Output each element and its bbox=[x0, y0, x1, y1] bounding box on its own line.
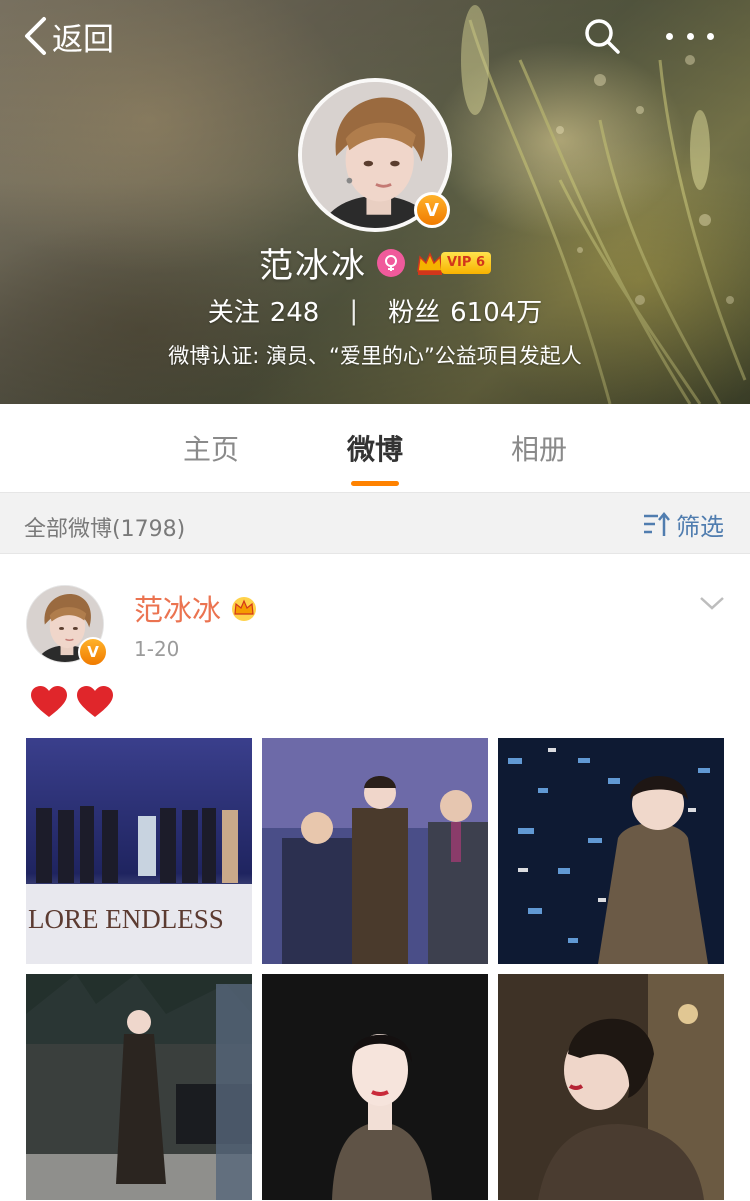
chevron-left-icon bbox=[25, 17, 46, 55]
more-dot bbox=[666, 32, 673, 40]
photo-confetti bbox=[498, 738, 724, 964]
post-time: 1-20 bbox=[134, 637, 180, 661]
back-button[interactable]: 返回 bbox=[22, 14, 114, 58]
verification-text: 微博认证: 演员、“爱里的心”公益项目发起人 bbox=[168, 344, 582, 368]
photo-grid: LORE ENDLESS bbox=[26, 738, 724, 1200]
post-photo[interactable] bbox=[262, 738, 488, 964]
search-button[interactable] bbox=[582, 16, 622, 56]
tab-album[interactable]: 相册 bbox=[457, 404, 621, 492]
post-author-name: 范冰冰 bbox=[134, 593, 222, 627]
vip-badge[interactable]: VIP 6 bbox=[415, 249, 491, 277]
post-photo[interactable] bbox=[262, 974, 488, 1200]
followers-count: 6104万 bbox=[450, 298, 543, 328]
filter-sort-icon bbox=[644, 511, 670, 536]
chevron-down-icon[interactable] bbox=[698, 593, 726, 613]
post-photo[interactable] bbox=[498, 974, 724, 1200]
vip-crown-icon bbox=[232, 597, 257, 621]
post-photo[interactable]: LORE ENDLESS bbox=[26, 738, 252, 964]
photo-stage-group: LORE ENDLESS bbox=[26, 738, 252, 964]
post-photo[interactable] bbox=[498, 738, 724, 964]
verified-v-icon: V bbox=[78, 637, 108, 667]
more-dot bbox=[707, 32, 714, 40]
heart-icon bbox=[31, 686, 67, 717]
followers-label: 粉丝 bbox=[388, 298, 441, 328]
more-button[interactable] bbox=[666, 28, 714, 44]
profile-name-row: 范冰冰 VIP 6 bbox=[0, 238, 750, 287]
following-label: 关注 bbox=[207, 298, 260, 328]
photo-portrait-dark bbox=[262, 974, 488, 1200]
all-posts-count[interactable]: 全部微博(1798) bbox=[24, 511, 185, 543]
post-photo[interactable] bbox=[26, 974, 252, 1200]
photo-banner-text: LORE ENDLESS bbox=[28, 904, 224, 934]
more-dot bbox=[686, 32, 694, 40]
followers-stat[interactable]: 粉丝 6104万 bbox=[388, 292, 542, 329]
weibo-post: V 范冰冰 1-20 LORE ENDLESS bbox=[0, 555, 750, 1201]
post-text bbox=[30, 685, 114, 719]
profile-name: 范冰冰 bbox=[259, 246, 367, 286]
profile-stats: 关注 248 | 粉丝 6104万 bbox=[0, 292, 750, 329]
post-author[interactable]: 范冰冰 bbox=[134, 587, 259, 629]
stats-divider: | bbox=[349, 295, 359, 326]
profile-tabs: 主页 微博 相册 bbox=[0, 404, 750, 492]
search-icon bbox=[585, 19, 620, 54]
following-count: 248 bbox=[269, 298, 320, 328]
photo-outdoor-gown bbox=[26, 974, 252, 1200]
back-label: 返回 bbox=[52, 21, 114, 58]
heart-icon bbox=[77, 686, 113, 717]
filter-bar: 全部微博(1798) 筛选 bbox=[0, 492, 750, 554]
tab-home[interactable]: 主页 bbox=[129, 404, 293, 492]
filter-label: 筛选 bbox=[676, 513, 724, 541]
following-stat[interactable]: 关注 248 bbox=[208, 292, 320, 329]
filter-button[interactable]: 筛选 bbox=[642, 507, 724, 542]
verified-v-icon: V bbox=[414, 192, 450, 228]
female-icon bbox=[377, 248, 405, 277]
photo-side-profile bbox=[498, 974, 724, 1200]
vip-level: VIP 6 bbox=[441, 251, 491, 274]
tab-weibo[interactable]: 微博 bbox=[293, 404, 457, 492]
photo-three-people bbox=[262, 738, 488, 964]
